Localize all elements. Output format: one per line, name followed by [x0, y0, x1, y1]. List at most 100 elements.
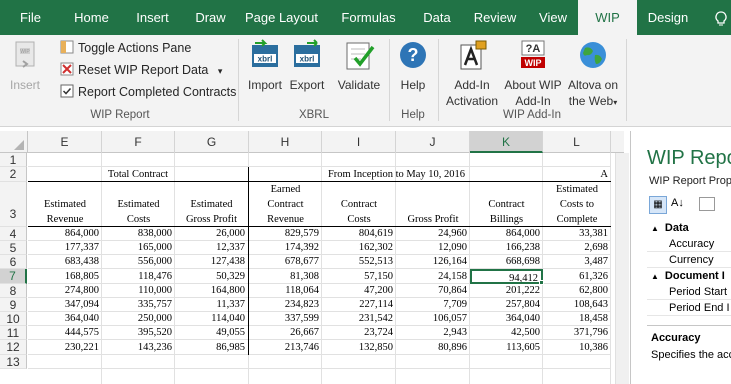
export-button[interactable]: xbrl Export — [287, 39, 327, 99]
cell[interactable]: 371,796 — [543, 326, 611, 340]
active-cell[interactable]: 94,412 — [470, 269, 543, 284]
cell[interactable]: 444,575 — [28, 326, 102, 340]
cell[interactable]: 81,308 — [249, 269, 322, 284]
tab-file[interactable]: File — [0, 0, 61, 35]
cell[interactable]: From Inception to May 10, 2016 — [249, 167, 544, 182]
cell[interactable]: 127,438 — [175, 255, 249, 269]
row-header-10[interactable]: 10 — [0, 312, 27, 326]
reset-wip-report-button[interactable]: Reset WIP Report Data ▾ — [60, 60, 222, 80]
cell[interactable]: 86,985 — [175, 340, 249, 355]
cell[interactable]: 50,329 — [175, 269, 249, 284]
tab-home[interactable]: Home — [61, 0, 122, 35]
cell[interactable]: 70,864 — [396, 284, 470, 298]
cell[interactable]: 118,064 — [249, 284, 322, 298]
insert-button[interactable]: WIP Insert — [4, 39, 46, 99]
cell[interactable]: 556,000 — [102, 255, 175, 269]
cell[interactable]: 364,040 — [470, 312, 543, 326]
cell[interactable]: 108,643 — [543, 298, 611, 312]
cell[interactable]: 2,698 — [543, 241, 611, 255]
column-title-cell[interactable]: Estimated Gross Profit — [175, 182, 249, 227]
tab-draw[interactable]: Draw — [183, 0, 238, 35]
column-title-cell[interactable]: Estimated Revenue — [28, 182, 102, 227]
cell[interactable]: 62,800 — [543, 284, 611, 298]
row-header-11[interactable]: 11 — [0, 326, 27, 340]
property-category[interactable]: ▲ Data — [647, 220, 689, 236]
tab-review[interactable]: Review — [462, 0, 528, 35]
cell[interactable]: 257,804 — [470, 298, 543, 312]
property-category[interactable]: ▲ Document I — [647, 268, 725, 284]
row-header-7[interactable]: 7 — [0, 269, 27, 284]
tab-page-layout[interactable]: Page Layout — [238, 0, 325, 35]
row-header-6[interactable]: 6 — [0, 255, 27, 269]
row-header-4[interactable]: 4 — [0, 227, 27, 241]
cell[interactable]: 118,476 — [102, 269, 175, 284]
cell[interactable]: 274,800 — [28, 284, 102, 298]
tab-wip[interactable]: WIP — [578, 0, 637, 35]
addin-activation-button[interactable]: Add-In Activation — [442, 39, 502, 108]
row-header-3[interactable]: 3 — [0, 182, 27, 227]
column-header-g[interactable]: G — [175, 131, 249, 153]
cell[interactable]: A — [543, 167, 611, 182]
cell[interactable]: 61,326 — [543, 269, 611, 284]
select-all-corner[interactable] — [0, 131, 28, 153]
column-title-cell[interactable]: Estimated Costs — [102, 182, 175, 227]
cell[interactable]: 552,513 — [322, 255, 396, 269]
cell[interactable]: 80,896 — [396, 340, 470, 355]
cell[interactable]: 231,542 — [322, 312, 396, 326]
column-header-f[interactable]: F — [102, 131, 175, 153]
property-row[interactable]: Currency — [647, 252, 731, 268]
cell[interactable]: 668,698 — [470, 255, 543, 269]
report-completed-contracts-checkbox[interactable]: Report Completed Contracts — [60, 82, 236, 102]
worksheet-grid[interactable]: Total Contract From Inception to May 10, … — [28, 153, 611, 384]
cell[interactable]: 250,000 — [102, 312, 175, 326]
help-button[interactable]: ? Help — [394, 39, 432, 99]
column-title-cell[interactable]: Earned Contract Revenue — [249, 182, 322, 227]
fill-handle[interactable] — [539, 280, 544, 285]
cell[interactable]: 110,000 — [102, 284, 175, 298]
cell[interactable]: 227,114 — [322, 298, 396, 312]
cell[interactable]: 143,236 — [102, 340, 175, 355]
column-header-j[interactable]: J — [396, 131, 470, 153]
cell[interactable]: 201,222 — [470, 284, 543, 298]
cell[interactable]: 42,500 — [470, 326, 543, 340]
cell[interactable]: 126,164 — [396, 255, 470, 269]
cell[interactable]: 364,040 — [28, 312, 102, 326]
tab-data[interactable]: Data — [412, 0, 462, 35]
tab-design[interactable]: Design — [637, 0, 699, 35]
tab-view[interactable]: View — [528, 0, 578, 35]
collapse-icon[interactable]: ▲ — [651, 272, 659, 281]
cell[interactable]: 26,667 — [249, 326, 322, 340]
cell[interactable]: 230,221 — [28, 340, 102, 355]
column-header-i[interactable]: I — [322, 131, 396, 153]
cell[interactable]: Total Contract — [28, 167, 249, 182]
row-header-13[interactable]: 13 — [0, 355, 27, 369]
cell[interactable]: 24,158 — [396, 269, 470, 284]
categorized-view-icon[interactable]: ▦ — [649, 196, 667, 214]
cell[interactable]: 57,150 — [322, 269, 396, 284]
row-header-9[interactable]: 9 — [0, 298, 27, 312]
cell[interactable]: 864,000 — [28, 227, 102, 241]
column-header-l[interactable]: L — [543, 131, 611, 153]
cell[interactable]: 678,677 — [249, 255, 322, 269]
cell[interactable]: 174,392 — [249, 241, 322, 255]
cell[interactable]: 829,579 — [249, 227, 322, 241]
column-header-k[interactable]: K — [470, 131, 543, 153]
row-header-2[interactable]: 2 — [0, 167, 27, 182]
cell[interactable]: 165,000 — [102, 241, 175, 255]
tell-me-lightbulb-icon[interactable] — [710, 0, 731, 35]
cell[interactable]: 347,094 — [28, 298, 102, 312]
cell[interactable]: 166,238 — [470, 241, 543, 255]
cell[interactable]: 168,805 — [28, 269, 102, 284]
cell[interactable]: 838,000 — [102, 227, 175, 241]
tab-formulas[interactable]: Formulas — [325, 0, 412, 35]
cell[interactable]: 132,850 — [322, 340, 396, 355]
cell[interactable]: 47,200 — [322, 284, 396, 298]
cell[interactable]: 683,438 — [28, 255, 102, 269]
cell[interactable]: 113,605 — [470, 340, 543, 355]
cell[interactable]: 33,381 — [543, 227, 611, 241]
row-header-5[interactable]: 5 — [0, 241, 27, 255]
cell[interactable]: 26,000 — [175, 227, 249, 241]
vertical-scrollbar[interactable] — [615, 153, 629, 384]
cell[interactable]: 23,724 — [322, 326, 396, 340]
row-header-1[interactable]: 1 — [0, 153, 27, 167]
